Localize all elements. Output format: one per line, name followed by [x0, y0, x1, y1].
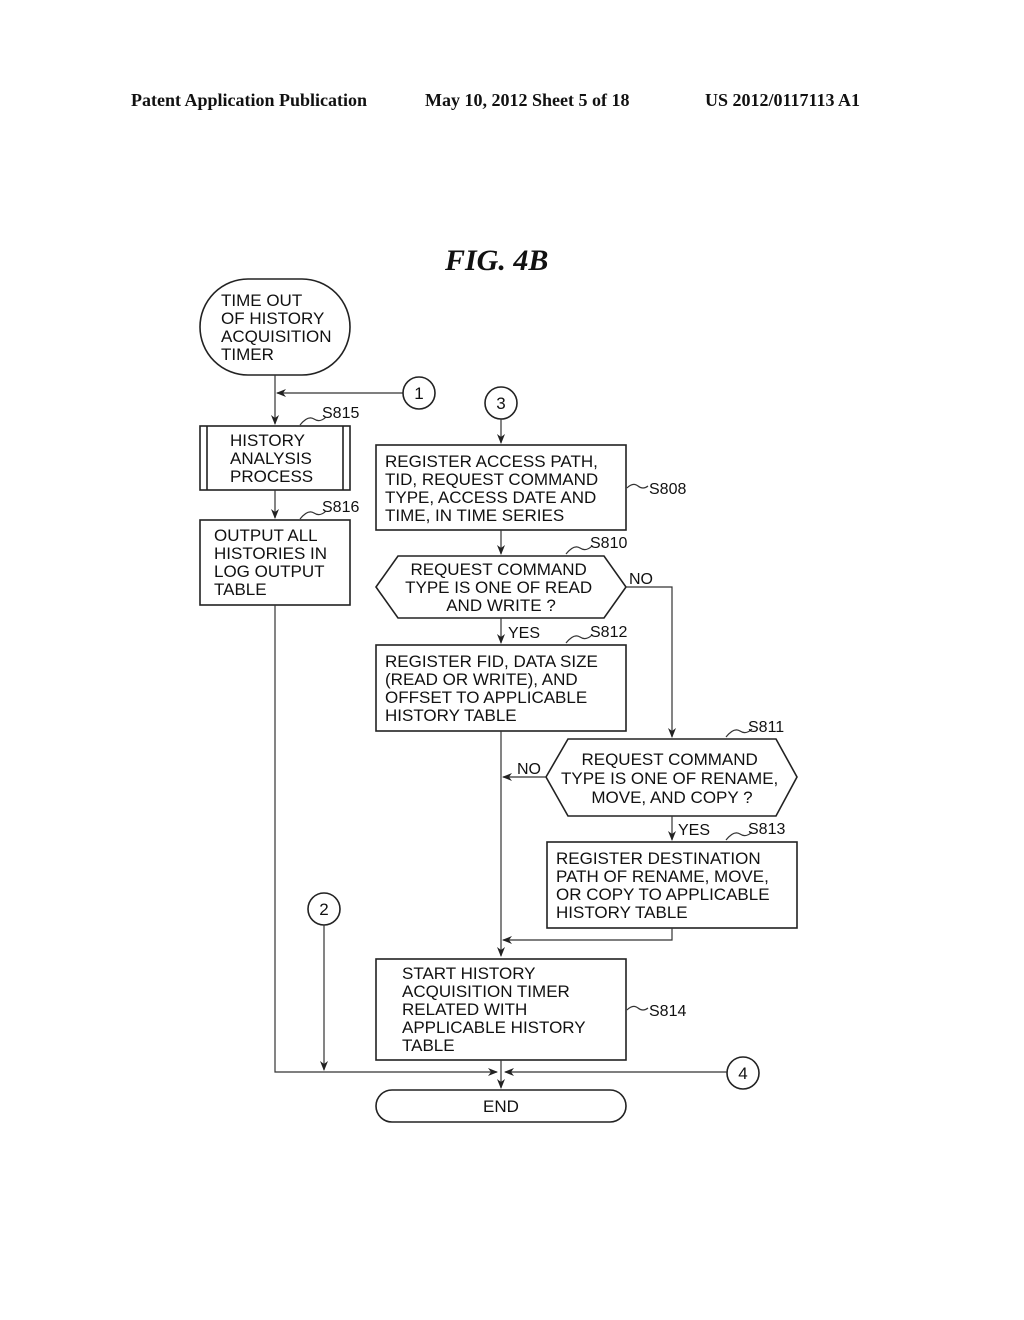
s811-no-label: NO: [517, 761, 541, 778]
end-terminal: END: [375, 1089, 627, 1123]
flow-s810-no: [626, 586, 676, 738]
start-terminal: TIME OUT OF HISTORY ACQUISITION TIMER: [199, 278, 351, 376]
decision-s810-read-write: REQUEST COMMAND TYPE IS ONE OF READ AND …: [375, 555, 627, 619]
step-s814-start-timer: START HISTORY ACQUISITION TIMER RELATED …: [375, 958, 627, 1061]
flow-s813-to-merge: [502, 928, 673, 944]
s812-leader: [565, 634, 593, 644]
svg-text:4: 4: [738, 1064, 747, 1083]
step-s812-register-fid: REGISTER FID, DATA SIZE (READ OR WRITE),…: [375, 644, 627, 732]
svg-text:1: 1: [414, 384, 423, 403]
connector-3: 3: [484, 386, 518, 420]
step-label-s814: S814: [649, 1003, 686, 1020]
step-s815-text: HISTORY ANALYSIS PROCESS: [230, 431, 317, 486]
flowchart: TIME OUT OF HISTORY ACQUISITION TIMER 1 …: [199, 278, 798, 1123]
s814-leader: [626, 1005, 649, 1011]
step-label-s816: S816: [322, 499, 359, 516]
svg-text:2: 2: [319, 900, 328, 919]
s810-leader: [565, 545, 593, 555]
s810-yes-label: YES: [508, 625, 540, 642]
s811-yes-label: YES: [678, 822, 710, 839]
step-label-s810: S810: [590, 535, 627, 552]
connector-2: 2: [307, 892, 341, 926]
step-label-s811: S811: [748, 719, 784, 736]
step-label-s815: S815: [322, 405, 359, 422]
step-s808-register-access: REGISTER ACCESS PATH, TID, REQUEST COMMA…: [375, 444, 627, 531]
step-s815-history-analysis: HISTORY ANALYSIS PROCESS: [199, 425, 351, 491]
step-label-s812: S812: [590, 624, 627, 641]
connector-4: 4: [726, 1056, 760, 1090]
s810-no-label: NO: [629, 571, 653, 588]
s808-leader: [626, 483, 649, 489]
step-label-s808: S808: [649, 481, 686, 498]
end-terminal-text: END: [483, 1097, 519, 1116]
step-label-s813: S813: [748, 821, 785, 838]
svg-text:3: 3: [496, 394, 505, 413]
step-s813-register-destination: REGISTER DESTINATION PATH OF RENAME, MOV…: [546, 841, 798, 929]
decision-s811-rename-move-copy: REQUEST COMMAND TYPE IS ONE OF RENAME, M…: [545, 738, 798, 817]
decision-s811-text: REQUEST COMMAND TYPE IS ONE OF RENAME, M…: [561, 750, 783, 807]
step-s816-output-histories: OUTPUT ALL HISTORIES IN LOG OUTPUT TABLE: [199, 519, 351, 606]
connector-1: 1: [402, 376, 436, 410]
